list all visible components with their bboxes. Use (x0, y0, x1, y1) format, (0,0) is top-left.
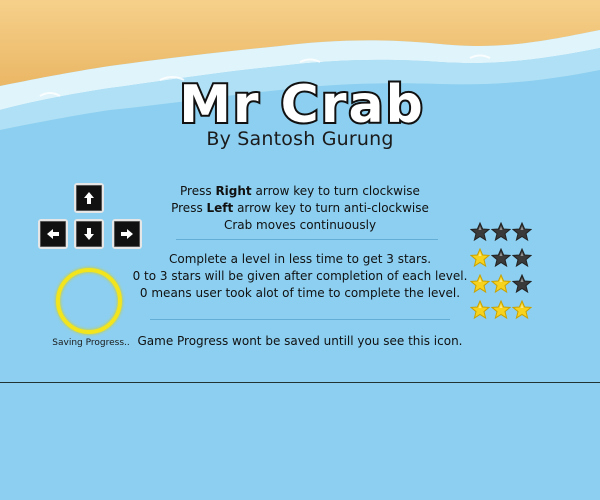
instruction-line-right: Press Right arrow key to turn clockwise (180, 184, 420, 198)
arrow-left-icon (47, 229, 59, 239)
instruction-line-movement: Crab moves continuously (223, 218, 377, 232)
rating-instructions: Complete a level in less time to get 3 s… (130, 251, 470, 302)
arrow-down-icon (84, 228, 94, 240)
instruction-line-left: Press Left arrow key to turn anti-clockw… (171, 201, 429, 215)
star-empty-icon (491, 222, 511, 242)
star-empty-icon (512, 222, 532, 242)
star-rating-row (470, 248, 534, 268)
saving-progress-note: Game Progress wont be saved untill you s… (137, 334, 463, 348)
rating-line-3: 0 means user took alot of time to comple… (139, 286, 461, 300)
rating-line-1: Complete a level in less time to get 3 s… (168, 252, 432, 266)
star-filled-icon (491, 300, 511, 320)
left-arrow-key[interactable] (38, 219, 68, 249)
controls-instructions: Press Right arrow key to turn clockwise … (130, 183, 470, 234)
star-filled-icon (470, 300, 490, 320)
bottom-divider (0, 382, 600, 383)
arrow-up-icon (84, 192, 94, 204)
star-filled-icon (491, 274, 511, 294)
star-empty-icon (470, 222, 490, 242)
author-credit: By Santosh Gurung (206, 128, 394, 150)
star-rating-legend (470, 222, 534, 326)
divider (176, 239, 438, 240)
game-title: Mr Crab (160, 72, 445, 132)
title-text: Mr Crab (179, 75, 425, 132)
star-filled-icon (470, 274, 490, 294)
star-filled-icon (512, 300, 532, 320)
divider (150, 319, 450, 320)
star-rating-row (470, 300, 534, 320)
down-arrow-key[interactable] (74, 219, 104, 249)
star-filled-icon (470, 248, 490, 268)
star-empty-icon (512, 248, 532, 268)
star-empty-icon (512, 274, 532, 294)
star-rating-row (470, 222, 534, 242)
star-empty-icon (491, 248, 511, 268)
rating-line-2: 0 to 3 stars will be given after complet… (132, 269, 468, 283)
saving-progress-icon (56, 268, 122, 334)
star-rating-row (470, 274, 534, 294)
up-arrow-key[interactable] (74, 183, 104, 213)
